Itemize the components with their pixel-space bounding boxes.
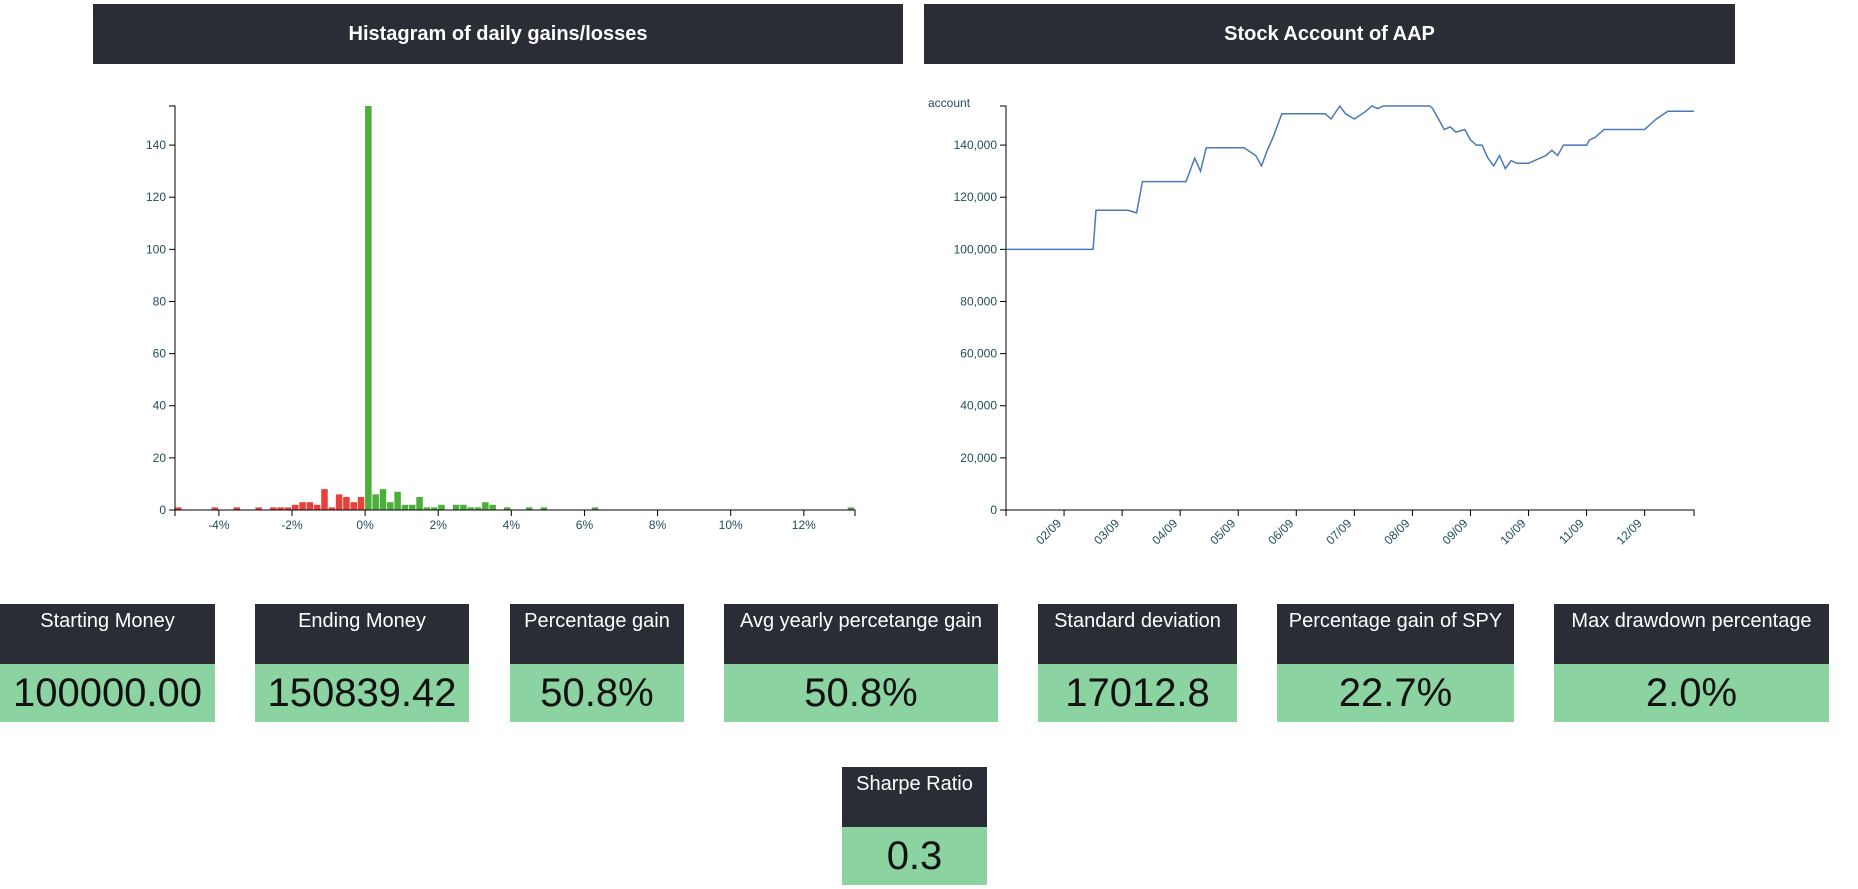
stat-card: Ending Money 150839.42 [255,604,469,722]
stat-label: Starting Money [0,604,215,664]
stat-card: Sharpe Ratio 0.3 [842,767,987,885]
stat-value: 2.0% [1554,664,1829,722]
stat-value: 0.3 [842,827,987,885]
account-y-tick-label: 120,000 [954,190,998,204]
stat-label: Standard deviation [1038,604,1237,664]
stat-label: Sharpe Ratio [842,767,987,827]
stat-label: Percentage gain [510,604,684,664]
stat-label: Ending Money [255,604,469,664]
account-y-tick-label: 20,000 [960,451,997,465]
stat-card: Max drawdown percentage 2.0% [1554,604,1829,722]
account-y-tick-label: 140,000 [954,138,998,152]
stat-card: Starting Money 100000.00 [0,604,215,722]
stat-label: Avg yearly percetange gain [724,604,998,664]
account-y-tick-label: 80,000 [960,294,997,308]
stat-value: 100000.00 [0,664,215,722]
account-x-tick-label: 05/09 [1207,516,1238,547]
stat-card: Percentage gain 50.8% [510,604,684,722]
account-x-tick-label: 11/09 [1556,516,1587,547]
stat-label: Max drawdown percentage [1554,604,1829,664]
account-y-tick-label: 0 [990,503,997,517]
account-y-axis [1000,105,1007,511]
stat-card: Standard deviation 17012.8 [1038,604,1237,722]
stat-label: Percentage gain of SPY [1277,604,1514,664]
account-x-axis [1005,509,1695,516]
account-y-tick-label: 60,000 [960,347,997,361]
account-x-tick-label: 02/09 [1033,516,1064,547]
account-x-tick-label: 03/09 [1091,516,1122,547]
stat-value: 50.8% [724,664,998,722]
account-y-label: account [928,96,971,110]
stat-card: Avg yearly percetange gain 50.8% [724,604,998,722]
account-series-line [1006,104,1694,251]
stat-value: 17012.8 [1038,664,1237,722]
stat-value: 150839.42 [255,664,469,722]
account-x-tick-label: 04/09 [1149,516,1180,547]
stat-card: Percentage gain of SPY 22.7% [1277,604,1514,722]
account-line-chart: 0 20,000 40,000 60,000 80,000 100,000 120,000 1… [928,96,1695,547]
account-x-tick-label: 12/09 [1614,516,1645,547]
account-y-tick-label: 40,000 [960,399,997,413]
account-x-tick-label: 09/09 [1439,516,1470,547]
account-x-tick-label: 10/09 [1498,516,1529,547]
account-y-tick-label: 100,000 [954,242,998,256]
account-x-tick-label: 07/09 [1323,516,1354,547]
stat-value: 22.7% [1277,664,1514,722]
account-x-tick-label: 06/09 [1265,516,1296,547]
stat-value: 50.8% [510,664,684,722]
account-x-tick-label: 08/09 [1381,516,1412,547]
